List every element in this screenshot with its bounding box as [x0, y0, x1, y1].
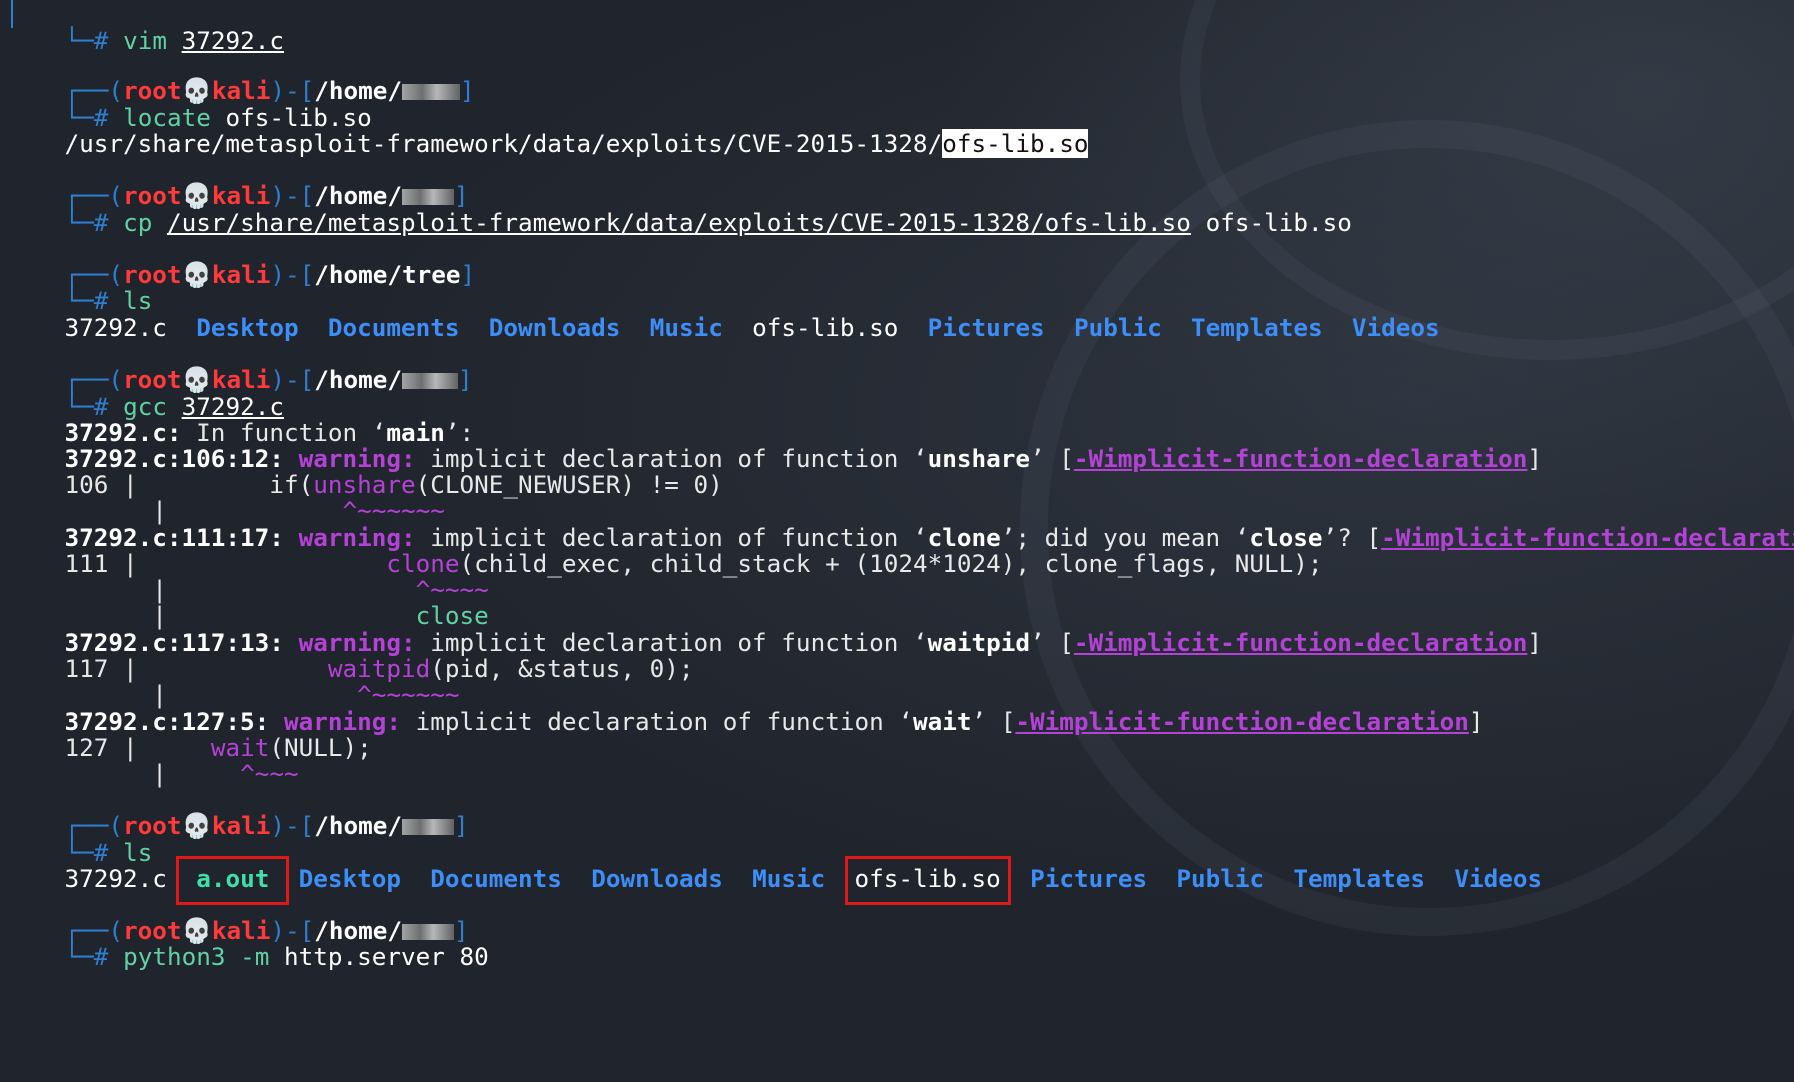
prompt-line: ┌──(root💀kali)-[/home/]	[64, 811, 469, 840]
command-name: python3	[123, 942, 226, 971]
terminal-line: └─# vim 37292.c	[6, 0, 284, 55]
command-flag: -m	[240, 942, 270, 971]
command-argument: ofs-lib.so	[1205, 208, 1352, 237]
directory-entry: Public	[1176, 864, 1265, 893]
prompt-line: ┌──(root💀kali)-[/home/]	[64, 181, 469, 210]
redacted-username	[402, 373, 459, 389]
directory-entry: Music	[752, 864, 826, 893]
output-line: /usr/share/metasploit-framework/data/exp…	[6, 99, 1089, 158]
directory-entry: Public	[1073, 313, 1162, 342]
terminal-line: └─# cp /usr/share/metasploit-framework/d…	[64, 208, 1352, 237]
prompt-line: ┌──(root💀kali)-[/home/]	[64, 76, 475, 105]
warning-flag: -Wimplicit-function-declaration	[1073, 444, 1528, 473]
caret-line: | ^~~~~~~	[64, 496, 445, 525]
file-entry: ofs-lib.so	[752, 313, 899, 342]
redacted-username	[402, 819, 455, 835]
fixit-line: | close	[64, 601, 489, 630]
redacted-username	[402, 84, 461, 100]
ls-output-line: 37292.c Desktop Documents Downloads Musi…	[6, 283, 1440, 342]
directory-entry: Pictures	[927, 313, 1045, 342]
directory-entry: Downloads	[591, 864, 723, 893]
directory-entry: Videos	[1454, 864, 1543, 893]
terminal-line: └─# python3 -m http.server 80	[64, 942, 489, 971]
warning-flag: -Wimplicit-function-declaration	[1381, 523, 1794, 552]
directory-entry: Pictures	[1030, 864, 1148, 893]
highlighted-match: ofs-lib.so	[942, 129, 1089, 158]
terminal-line: └─# ls	[64, 286, 153, 315]
warning-flag: -Wimplicit-function-declaration	[1015, 707, 1469, 736]
caret-line: | ^~~~	[64, 759, 299, 788]
directory-entry: Templates	[1191, 313, 1323, 342]
prompt-line: ┌──(root💀kali)-[/home/]	[64, 365, 473, 394]
directory-entry: Videos	[1351, 313, 1440, 342]
caret-line: | ^~~~~~~	[64, 680, 460, 709]
terminal-window[interactable]: └─# vim 37292.c ┌──(root💀kali)-[/home/] …	[0, 0, 1794, 1082]
prompt-frame-line	[11, 0, 13, 28]
highlight-box-ofs-lib	[844, 856, 1011, 905]
directory-entry: Templates	[1293, 864, 1426, 893]
warning-flag: -Wimplicit-function-declaration	[1073, 628, 1528, 657]
directory-entry: Music	[649, 313, 723, 342]
command-argument: http.server 80	[284, 942, 489, 971]
directory-entry: Downloads	[488, 313, 621, 342]
